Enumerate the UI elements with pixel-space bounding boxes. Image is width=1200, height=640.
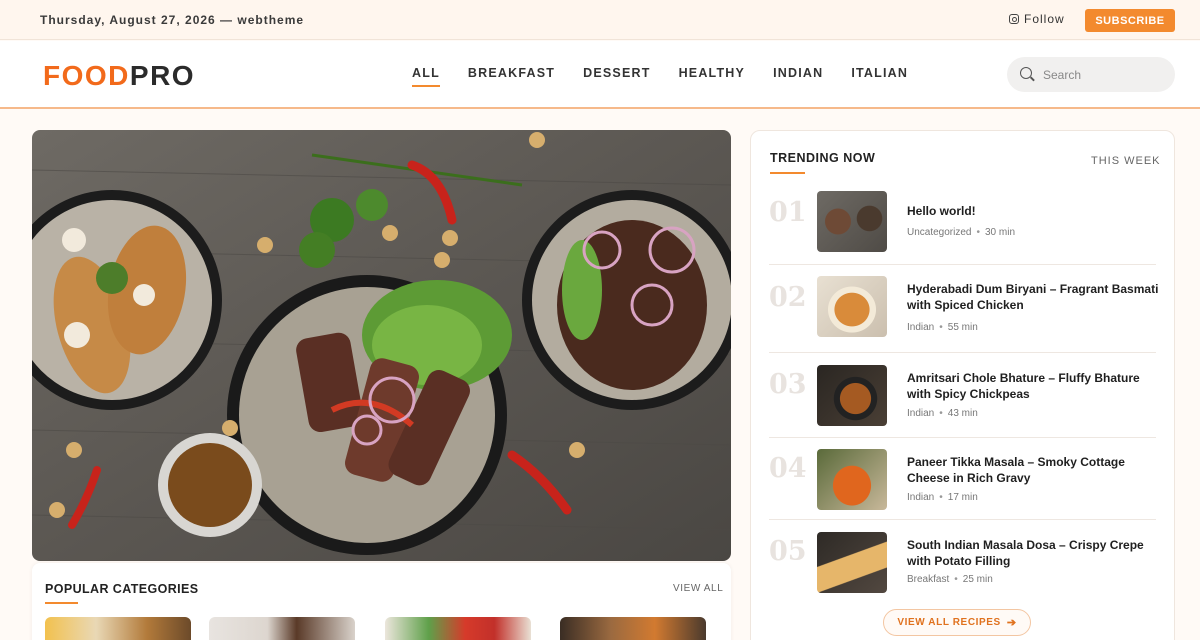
hero-food-illustration	[32, 130, 731, 561]
trending-item[interactable]: 03 Amritsari Chole Bhature – Fluffy Bhat…	[769, 365, 1156, 427]
category-card[interactable]	[45, 617, 191, 640]
trending-title: TRENDING NOW	[770, 151, 876, 165]
arrow-right-icon: ➔	[1006, 617, 1017, 629]
nav-item-healthy[interactable]: HEALTHY	[679, 66, 746, 88]
recipe-meta: Indian • 43 min	[907, 408, 978, 419]
trending-item[interactable]: 05 South Indian Masala Dosa – Crispy Cre…	[769, 532, 1156, 594]
nav-item-indian[interactable]: INDIAN	[773, 66, 823, 88]
trending-panel: TRENDING NOW THIS WEEK 01 Hello world! U…	[750, 130, 1175, 640]
title-underline	[45, 602, 78, 604]
recipe-thumbnail[interactable]	[817, 532, 887, 593]
popular-categories-title: POPULAR CATEGORIES	[45, 582, 199, 596]
recipe-time: 25 min	[962, 574, 993, 585]
recipe-category[interactable]: Indian	[907, 408, 934, 419]
instagram-icon	[1009, 14, 1019, 24]
rank-number: 03	[769, 369, 807, 400]
view-all-recipes-label: VIEW ALL RECIPES	[897, 617, 1001, 628]
follow-link[interactable]: Follow	[1009, 12, 1065, 26]
recipe-thumbnail[interactable]	[817, 191, 887, 252]
trending-period[interactable]: THIS WEEK	[1091, 155, 1161, 167]
recipe-category[interactable]: Indian	[907, 322, 934, 333]
main-header: FOODPRO ALL BREAKFAST DESSERT HEALTHY IN…	[0, 41, 1200, 109]
category-card[interactable]	[385, 617, 531, 640]
date-line: Thursday, August 27, 2026 — webtheme	[40, 13, 305, 27]
logo-food: FOOD	[43, 60, 130, 91]
view-all-recipes-button[interactable]: VIEW ALL RECIPES ➔	[883, 609, 1031, 636]
recipe-title[interactable]: Hyderabadi Dum Biryani – Fragrant Basmat…	[907, 281, 1162, 313]
nav-item-all[interactable]: ALL	[412, 66, 440, 88]
recipe-title[interactable]: Amritsari Chole Bhature – Fluffy Bhature…	[907, 370, 1162, 402]
trending-item[interactable]: 04 Paneer Tikka Masala – Smoky Cottage C…	[769, 449, 1156, 511]
category-card[interactable]	[560, 617, 706, 640]
recipe-title[interactable]: Hello world!	[907, 203, 1162, 219]
recipe-meta: Indian • 17 min	[907, 492, 978, 503]
recipe-time: 17 min	[947, 492, 978, 503]
popular-categories-section: POPULAR CATEGORIES VIEW ALL	[32, 563, 731, 640]
recipe-meta: Indian • 55 min	[907, 322, 978, 333]
divider	[769, 519, 1156, 520]
site-logo[interactable]: FOODPRO	[43, 60, 195, 92]
divider	[769, 264, 1156, 265]
recipe-time: 43 min	[947, 408, 978, 419]
hero-food-image[interactable]	[32, 130, 731, 561]
search-box[interactable]	[1007, 57, 1175, 92]
title-underline	[770, 172, 805, 174]
nav-item-dessert[interactable]: DESSERT	[583, 66, 650, 88]
recipe-category[interactable]: Indian	[907, 492, 934, 503]
nav-item-italian[interactable]: ITALIAN	[851, 66, 908, 88]
recipe-thumbnail[interactable]	[817, 276, 887, 337]
search-icon[interactable]	[1020, 67, 1032, 79]
recipe-time: 55 min	[947, 322, 978, 333]
nav-item-breakfast[interactable]: BREAKFAST	[468, 66, 555, 88]
view-all-link[interactable]: VIEW ALL	[673, 583, 723, 594]
trending-item[interactable]: 01 Hello world! Uncategorized • 30 min	[769, 191, 1156, 253]
divider	[769, 437, 1156, 438]
recipe-category[interactable]: Uncategorized	[907, 227, 971, 238]
rank-number: 04	[769, 453, 807, 484]
divider	[769, 352, 1156, 353]
category-card[interactable]	[209, 617, 355, 640]
subscribe-button[interactable]: SUBSCRIBE	[1085, 9, 1175, 32]
top-bar: Thursday, August 27, 2026 — webtheme Fol…	[0, 0, 1200, 40]
trending-item[interactable]: 02 Hyderabadi Dum Biryani – Fragrant Bas…	[769, 276, 1158, 338]
logo-pro: PRO	[129, 60, 196, 91]
recipe-meta: Uncategorized • 30 min	[907, 227, 1016, 238]
rank-number: 05	[769, 536, 807, 567]
recipe-thumbnail[interactable]	[817, 449, 887, 510]
follow-label: Follow	[1024, 12, 1065, 26]
recipe-title[interactable]: Paneer Tikka Masala – Smoky Cottage Chee…	[907, 454, 1162, 486]
search-input[interactable]	[1043, 66, 1163, 84]
recipe-thumbnail[interactable]	[817, 365, 887, 426]
recipe-time: 30 min	[985, 227, 1016, 238]
rank-number: 02	[769, 282, 807, 313]
recipe-meta: Breakfast • 25 min	[907, 574, 993, 585]
rank-number: 01	[769, 197, 807, 228]
main-nav: ALL BREAKFAST DESSERT HEALTHY INDIAN ITA…	[412, 66, 908, 88]
recipe-category[interactable]: Breakfast	[907, 574, 949, 585]
recipe-title[interactable]: South Indian Masala Dosa – Crispy Crepe …	[907, 537, 1162, 569]
